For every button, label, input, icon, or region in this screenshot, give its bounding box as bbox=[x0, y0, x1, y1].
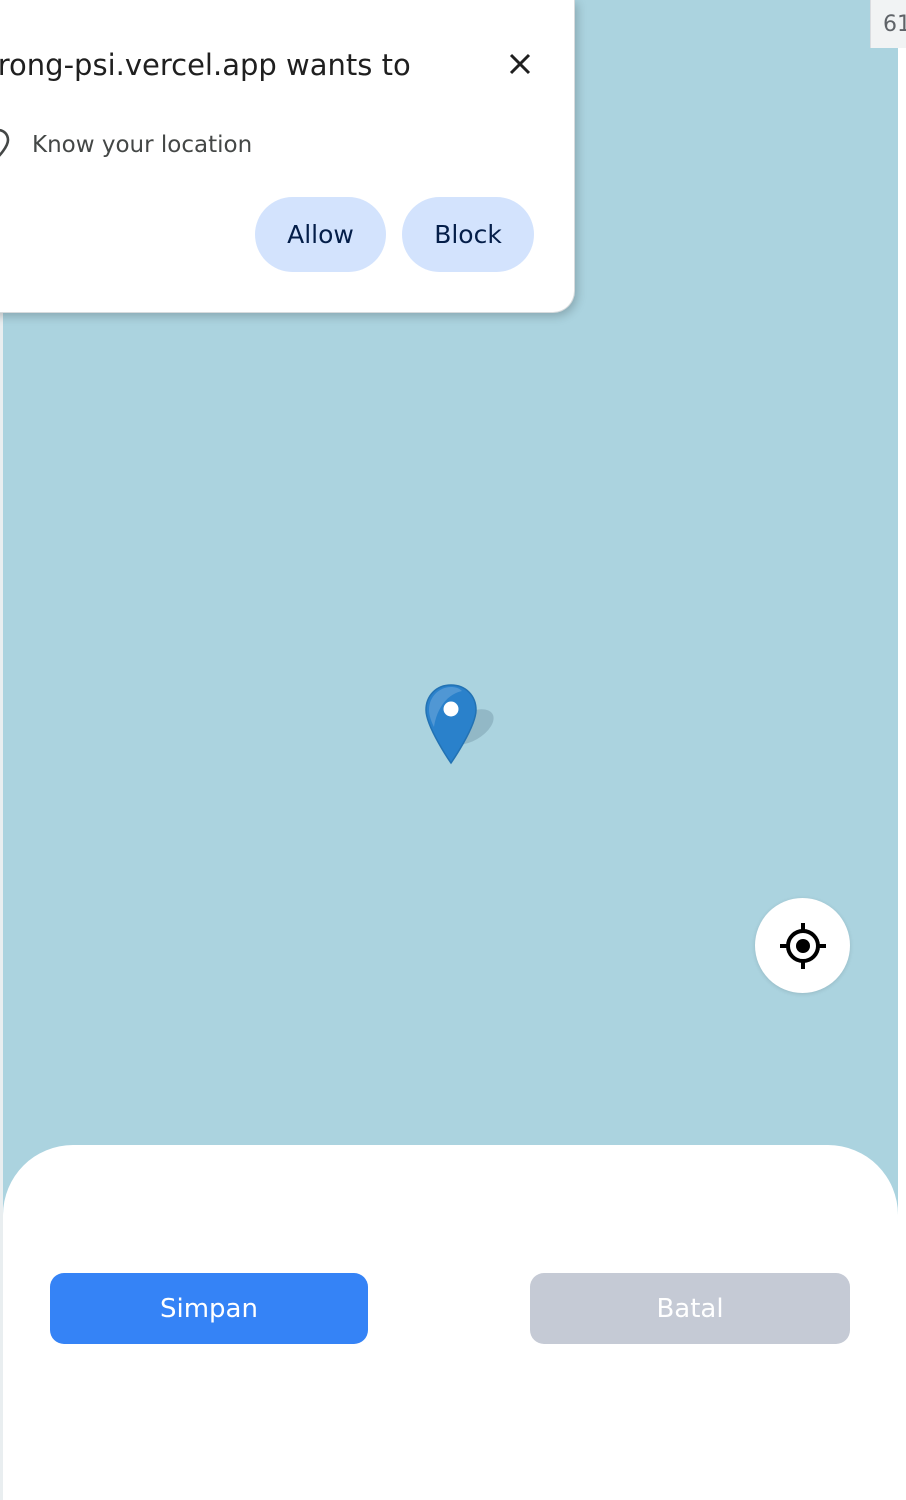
permission-title: arong-psi.vercel.app wants to bbox=[0, 48, 411, 82]
permission-item-label: Know your location bbox=[32, 132, 253, 158]
cancel-button[interactable]: Batal bbox=[530, 1273, 850, 1344]
corner-tab: 61 bbox=[870, 0, 906, 48]
allow-button[interactable]: Allow bbox=[255, 197, 386, 272]
map-marker-icon[interactable] bbox=[422, 683, 512, 773]
close-icon[interactable] bbox=[502, 46, 538, 82]
locate-me-button[interactable] bbox=[755, 898, 850, 993]
app-root: 61 Simpan Batal arong-psi.vercel.app wan… bbox=[0, 0, 906, 1500]
location-pin-outline-icon bbox=[0, 128, 10, 160]
crosshair-locate-icon bbox=[779, 922, 826, 969]
location-permission-popup: arong-psi.vercel.app wants to Know your … bbox=[0, 0, 575, 313]
block-button[interactable]: Block bbox=[402, 197, 534, 272]
save-button[interactable]: Simpan bbox=[50, 1273, 368, 1344]
corner-tab-text: 61 bbox=[883, 12, 906, 37]
